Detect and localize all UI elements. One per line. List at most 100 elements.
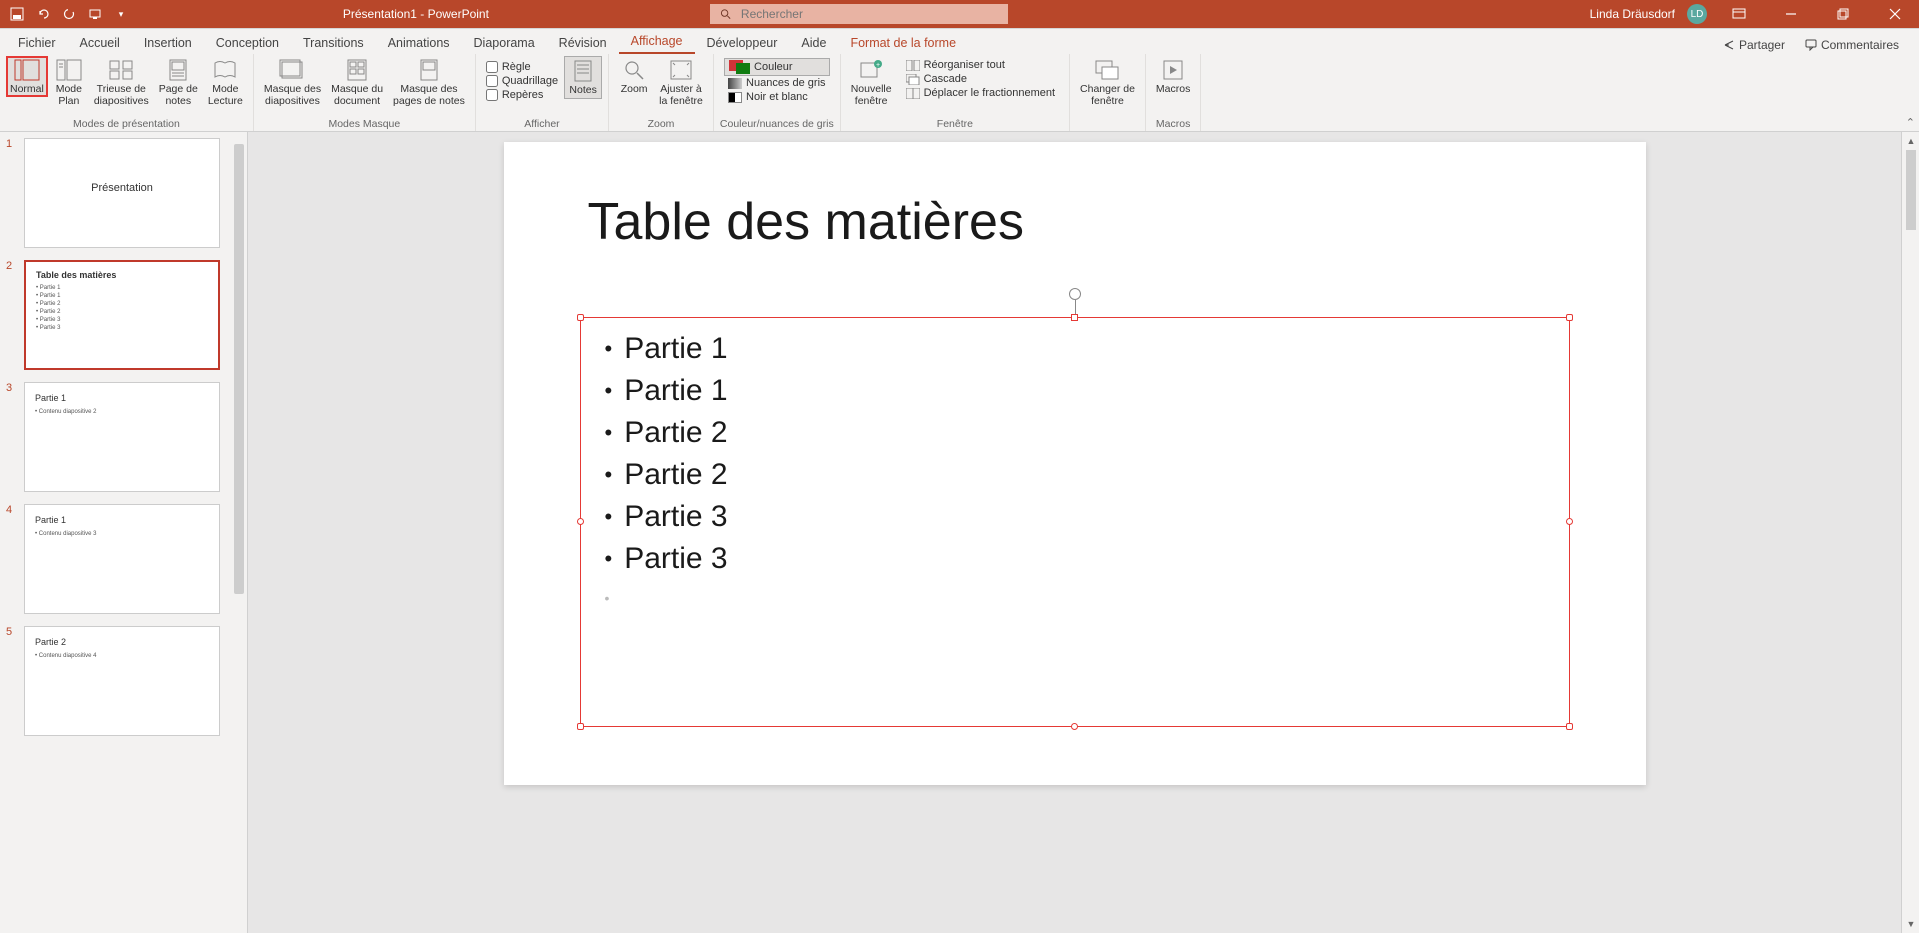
search-box[interactable] [710,4,1008,24]
resize-handle-tm[interactable] [1071,314,1078,321]
slide-thumbnail[interactable]: Partie 1• Contenu diapositive 2 [24,382,220,492]
bullet-item[interactable]: Partie 2 [605,458,1569,492]
share-button[interactable]: Partager [1717,36,1791,54]
tab-animations[interactable]: Animations [376,32,462,54]
tab-aide[interactable]: Aide [789,32,838,54]
notes-page-button[interactable]: Page de notes [155,56,202,109]
slide-title[interactable]: Table des matières [588,192,1024,252]
move-split-button[interactable]: Déplacer le fractionnement [902,86,1059,100]
user-name[interactable]: Linda Dräusdorf [1590,7,1675,21]
bw-button[interactable]: Noir et blanc [724,90,830,104]
zoom-icon [620,58,648,82]
color-button[interactable]: Couleur [724,58,830,76]
minimize-icon[interactable] [1771,0,1811,28]
scroll-down-icon[interactable]: ▼ [1902,915,1919,933]
tab-affichage[interactable]: Affichage [619,30,695,54]
slide-number: 3 [6,382,18,492]
slide-thumbnail[interactable]: Partie 2• Contenu diapositive 4 [24,626,220,736]
thumbnail-panel: 1Présentation2Table des matières• Partie… [0,132,248,933]
color-swatch-icon [729,60,750,74]
tab-revision[interactable]: Révision [547,32,619,54]
reading-view-icon [211,58,239,82]
redo-icon[interactable] [62,7,76,21]
group-couleur: Couleur Nuances de gris Noir et blanc Co… [714,54,841,131]
bullet-item[interactable]: Partie 1 [605,332,1569,366]
notes-page-icon [164,58,192,82]
slide-number: 4 [6,504,18,614]
rotate-handle[interactable] [1069,288,1081,300]
resize-handle-tr[interactable] [1566,314,1573,321]
handout-master-button[interactable]: Masque du document [327,56,387,109]
user-avatar[interactable]: LD [1687,4,1707,24]
tab-accueil[interactable]: Accueil [68,32,132,54]
ribbon-display-icon[interactable] [1719,0,1759,28]
tab-transitions[interactable]: Transitions [291,32,376,54]
resize-handle-bm[interactable] [1071,723,1078,730]
notes-master-button[interactable]: Masque des pages de notes [389,56,469,109]
fit-window-button[interactable]: Ajuster à la fenêtre [655,56,707,109]
tab-format-forme[interactable]: Format de la forme [838,32,968,54]
new-window-button[interactable]: +Nouvelle fenêtre [847,56,896,109]
macros-icon [1159,58,1187,82]
slide-master-icon [278,58,306,82]
resize-handle-mr[interactable] [1566,518,1573,525]
save-icon[interactable] [10,7,24,21]
slide-canvas[interactable]: Table des matières Partie 1Partie 1Parti… [504,142,1646,785]
restore-icon[interactable] [1823,0,1863,28]
bullet-item[interactable]: Partie 3 [605,542,1569,576]
slide-editor-area: Table des matières Partie 1Partie 1Parti… [248,132,1901,933]
outline-view-button[interactable]: Mode Plan [50,56,88,109]
group-fenetre: +Nouvelle fenêtre Réorganiser tout Casca… [841,54,1070,131]
slide-sorter-button[interactable]: Trieuse de diapositives [90,56,153,109]
close-icon[interactable] [1875,0,1915,28]
slide-thumbnail[interactable]: Partie 1• Contenu diapositive 3 [24,504,220,614]
gridlines-checkbox[interactable]: Quadrillage [486,74,558,88]
tab-developpeur[interactable]: Développeur [695,32,790,54]
resize-handle-tl[interactable] [577,314,584,321]
thumbnail-scrollbar[interactable] [229,132,247,933]
bullet-item[interactable]: Partie 3 [605,500,1569,534]
cascade-button[interactable]: Cascade [902,72,1059,86]
tab-conception[interactable]: Conception [204,32,291,54]
grayscale-button[interactable]: Nuances de gris [724,76,830,90]
slide-thumbnail[interactable]: Présentation [24,138,220,248]
tab-fichier[interactable]: Fichier [6,32,68,54]
normal-view-button[interactable]: Normal [6,56,48,97]
tab-insertion[interactable]: Insertion [132,32,204,54]
from-beginning-icon[interactable] [88,7,102,21]
collapse-ribbon-icon[interactable]: ⌃ [1906,116,1915,129]
slide-master-button[interactable]: Masque des diapositives [260,56,325,109]
arrange-all-icon [906,60,920,71]
qat-customize-icon[interactable]: ▾ [114,7,128,21]
search-icon [720,8,731,20]
switch-windows-button[interactable]: Changer de fenêtre [1076,56,1139,109]
content-placeholder[interactable]: Partie 1 Partie 1 Partie 2 Partie 2 Partie 3… [580,317,1570,727]
comments-button[interactable]: Commentaires [1799,36,1905,54]
vertical-scrollbar[interactable]: ▲ ▼ [1901,132,1919,933]
slide-thumbnail[interactable]: Table des matières• Partie 1• Partie 1• … [24,260,220,370]
grayscale-icon [728,78,742,89]
svg-text:+: + [876,62,880,69]
reading-view-button[interactable]: Mode Lecture [204,56,247,109]
arrange-all-button[interactable]: Réorganiser tout [902,58,1059,72]
guides-checkbox[interactable]: Repères [486,88,558,102]
ruler-checkbox[interactable]: Règle [486,60,558,74]
bullet-item[interactable]: Partie 2 [605,416,1569,450]
scroll-thumb[interactable] [1906,150,1916,230]
zoom-button[interactable]: Zoom [615,56,653,97]
switch-windows-icon [1093,58,1121,82]
resize-handle-ml[interactable] [577,518,584,525]
undo-icon[interactable] [36,7,50,21]
ribbon-tabs: Fichier Accueil Insertion Conception Tra… [0,28,1919,54]
resize-handle-bl[interactable] [577,723,584,730]
bullet-item[interactable]: Partie 1 [605,374,1569,408]
resize-handle-br[interactable] [1566,723,1573,730]
notes-button[interactable]: Notes [564,56,602,99]
notes-icon [569,59,597,83]
tab-diaporama[interactable]: Diaporama [462,32,547,54]
macros-button[interactable]: Macros [1152,56,1194,97]
scroll-up-icon[interactable]: ▲ [1902,132,1919,150]
document-title: Présentation1 - PowerPoint [128,7,704,21]
search-input[interactable] [741,7,998,21]
fit-window-icon [667,58,695,82]
